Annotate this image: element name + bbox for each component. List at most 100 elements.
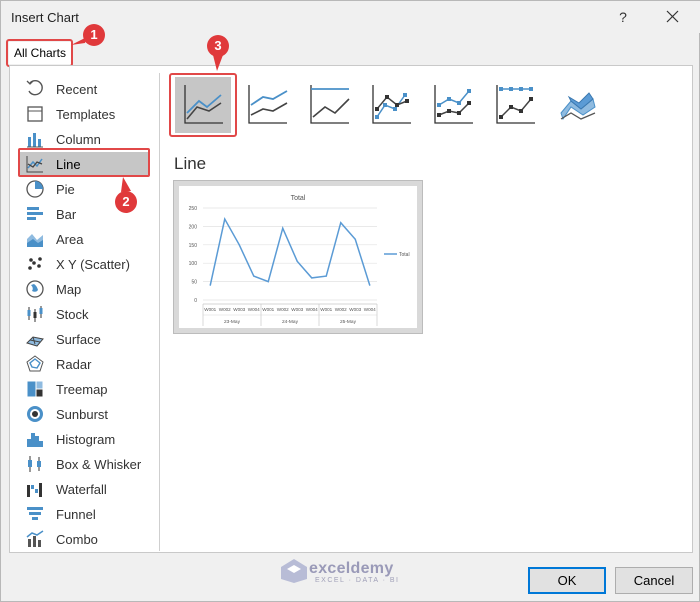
sidebar-item-map[interactable]: Map xyxy=(20,277,148,301)
y-tick-label: 200 xyxy=(189,224,198,230)
column-icon xyxy=(24,129,46,149)
section-title: Line xyxy=(174,154,207,173)
sidebar-item-label: Recent xyxy=(56,81,98,97)
sidebar-item-area[interactable]: Area xyxy=(20,227,148,251)
treemap-icon xyxy=(24,379,46,399)
area-icon xyxy=(24,229,46,249)
sidebar-item-sunburst[interactable]: Sunburst xyxy=(20,402,148,426)
sunburst-icon xyxy=(24,404,46,424)
scatter-icon xyxy=(24,254,46,274)
stacked-line-subtype-icon[interactable] xyxy=(239,77,295,133)
x-tick-label: W002 xyxy=(277,307,289,312)
sidebar-item-box-whisker[interactable]: Box & Whisker xyxy=(20,452,148,476)
chart-preview-area: Total 0 50 100 150 200 250 W001 W002 W003 W004 W001… xyxy=(179,186,417,328)
sidebar-item-radar[interactable]: Radar xyxy=(20,352,148,376)
sidebar-item-label: Pie xyxy=(56,181,75,197)
box-whisker-icon xyxy=(24,454,46,474)
close-icon xyxy=(666,10,679,23)
sidebar-item-funnel[interactable]: Funnel xyxy=(20,502,148,526)
sidebar-item-label: Column xyxy=(56,131,101,147)
cancel-button[interactable]: Cancel xyxy=(615,567,693,594)
sidebar-item-label: Templates xyxy=(56,106,116,122)
sidebar-item-combo[interactable]: Combo xyxy=(20,527,148,551)
stock-icon xyxy=(24,304,46,324)
sidebar-item-recent[interactable]: Recent xyxy=(20,77,148,101)
sidebar-item-label: Waterfall xyxy=(56,481,107,497)
logo-tagline: EXCEL · DATA · BI xyxy=(315,577,400,584)
data-point xyxy=(209,284,211,286)
surface-icon xyxy=(24,329,46,349)
sidebar-item-label: Area xyxy=(56,231,84,247)
sidebar-item-x-y-scatter[interactable]: X Y (Scatter) xyxy=(20,252,148,276)
data-point xyxy=(253,275,255,277)
histogram-icon xyxy=(24,429,46,449)
data-point xyxy=(340,222,342,224)
templates-icon xyxy=(24,104,46,124)
y-tick-label: 150 xyxy=(189,243,198,249)
tab-highlight-frame xyxy=(6,39,73,67)
line-subtype-icon[interactable] xyxy=(175,77,231,133)
chart-preview[interactable]: Total 0 50 100 150 200 250 W001 W002 W003 W004 W001… xyxy=(173,180,423,334)
combo-icon xyxy=(24,529,46,549)
close-button[interactable] xyxy=(661,6,685,28)
sidebar-item-stock[interactable]: Stock xyxy=(20,302,148,326)
sidebar-item-templates[interactable]: Templates xyxy=(20,102,148,126)
x-tick-label: W002 xyxy=(219,307,231,312)
series-line-total xyxy=(209,216,371,286)
badge-pointer xyxy=(213,55,223,71)
map-icon xyxy=(24,279,46,299)
sidebar-item-label: Histogram xyxy=(56,431,116,447)
data-point xyxy=(311,277,313,279)
sidebar-item-waterfall[interactable]: Waterfall xyxy=(20,477,148,501)
sidebar-item-label: Surface xyxy=(56,331,101,347)
100-stacked-line-markers-subtype-icon[interactable] xyxy=(487,77,543,133)
group-label: 24-May xyxy=(282,319,299,325)
data-point xyxy=(296,260,298,262)
sidebar-item-surface[interactable]: Surface xyxy=(20,327,148,351)
step-badge-2: 2 xyxy=(115,191,137,213)
data-point xyxy=(369,284,371,286)
data-point xyxy=(282,227,284,229)
y-tick-label: 250 xyxy=(189,206,198,212)
logo-icon xyxy=(281,559,307,583)
bar-icon xyxy=(24,204,46,224)
100-stacked-line-subtype-icon[interactable] xyxy=(301,77,357,133)
logo-name: exceldemy xyxy=(309,560,394,577)
sidebar-item-label: Combo xyxy=(56,531,98,547)
chart-title: Total xyxy=(291,195,306,202)
x-tick-label: W003 xyxy=(291,307,303,312)
stacked-line-markers-subtype-icon[interactable] xyxy=(425,77,481,133)
sidebar-item-label: Bar xyxy=(56,206,77,222)
sidebar-item-histogram[interactable]: Histogram xyxy=(20,427,148,451)
badge-pointer xyxy=(121,177,131,192)
recent-icon xyxy=(24,79,46,99)
data-point xyxy=(238,244,240,246)
help-button[interactable]: ? xyxy=(613,7,633,27)
3d-line-subtype-icon[interactable] xyxy=(549,77,605,133)
line-markers-subtype-icon[interactable] xyxy=(363,77,419,133)
x-tick-label: W004 xyxy=(248,307,260,312)
group-label: 25-May xyxy=(340,319,357,325)
sidebar-item-treemap[interactable]: Treemap xyxy=(20,377,148,401)
ok-button[interactable]: OK xyxy=(528,567,606,594)
line-chart: Total050100150200250W001 W002 W003 W004 W001… xyxy=(189,195,410,326)
radar-icon xyxy=(24,354,46,374)
data-point xyxy=(325,275,327,277)
data-point xyxy=(267,281,269,283)
x-tick-label: W003 xyxy=(349,307,361,312)
step-badge-3: 3 xyxy=(207,35,229,57)
sidebar-item-label: Map xyxy=(56,281,82,297)
sidebar-item-label: X Y (Scatter) xyxy=(56,256,130,272)
sidebar-item-label: Radar xyxy=(56,356,92,372)
group-label: 23-May xyxy=(224,319,241,325)
funnel-icon xyxy=(24,504,46,524)
x-tick-label: W001 xyxy=(262,307,274,312)
x-tick-label: W003 xyxy=(233,307,245,312)
dialog-title: Insert Chart xyxy=(11,10,79,25)
y-tick-label: 50 xyxy=(191,280,197,286)
waterfall-icon xyxy=(24,479,46,499)
data-point xyxy=(224,218,226,220)
sidebar-item-label: Sunburst xyxy=(56,406,109,422)
pie-icon xyxy=(24,179,46,199)
selected-type-highlight xyxy=(18,148,150,177)
